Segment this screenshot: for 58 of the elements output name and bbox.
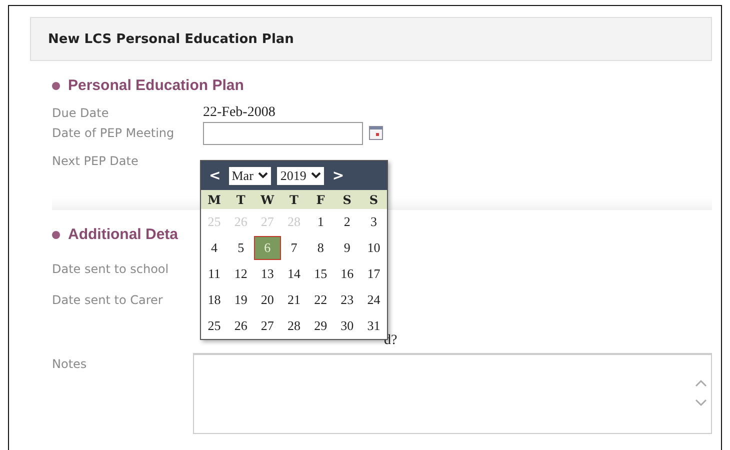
field-label: Notes [52,356,88,371]
calendar-day[interactable]: 11 [201,262,228,286]
field-label: Next PEP Date [52,154,140,168]
weekday-label: F [315,192,326,206]
calendar-day[interactable]: 25 [201,314,228,338]
next-month-button[interactable]: > [330,168,346,184]
weekday-label: S [368,192,380,206]
calendar-day[interactable]: 21 [280,288,308,312]
weekday-label: S [342,192,352,206]
panel-title: New LCS Personal Education Plan [48,32,294,46]
field-label: Date of PEP Meeting [52,126,176,140]
calendar-day[interactable]: 5 [228,236,254,260]
calendar-day[interactable]: 2 [334,210,360,234]
calendar-day[interactable]: 31 [360,314,387,338]
calendar-day[interactable]: 19 [228,288,254,312]
calendar-day[interactable]: 29 [307,314,334,338]
calendar-day[interactable]: 14 [280,262,308,286]
calendar-day[interactable]: 17 [360,262,387,286]
calendar-day[interactable]: 4 [201,236,228,260]
calendar-day[interactable]: 20 [254,288,281,312]
bullet-icon [52,230,60,238]
calendar-day[interactable]: 8 [307,236,334,260]
year-select[interactable]: 2019 [277,166,324,184]
calendar-day[interactable]: 15 [307,262,334,286]
calendar-day[interactable]: 10 [360,236,387,260]
calendar-day[interactable]: 12 [228,262,254,286]
calendar-day[interactable]: 3 [360,210,387,234]
weekday-label: T [235,192,246,206]
calendar-day[interactable]: 27 [254,314,281,338]
previous-month-button[interactable]: < [207,168,223,184]
calendar-day[interactable]: 24 [360,288,387,312]
calendar-day[interactable]: 13 [254,262,281,286]
date-field[interactable] [203,122,363,144]
calendar-day[interactable]: 28 [280,314,308,338]
notes-field[interactable] [193,353,712,434]
calendar-day[interactable]: 7 [280,236,308,260]
field-label: Date sent to Carer [52,292,164,306]
calendar-day[interactable]: 23 [334,288,360,312]
month-select[interactable]: Mar [228,166,272,184]
calendar-day[interactable]: 30 [334,314,360,338]
calendar-day[interactable]: 1 [307,210,334,234]
calendar-day[interactable]: 26 [228,314,254,338]
field-label: Due Date [52,106,110,120]
calendar-day[interactable]: 9 [334,236,360,260]
calendar-day[interactable]: 16 [334,262,360,286]
field-label: Date sent to school [52,262,170,276]
weekday-label: W [260,192,276,206]
calendar-day[interactable]: 22 [307,288,334,312]
section-title: Additional Deta [68,226,178,243]
caret-icon[interactable] [311,172,322,179]
field-value: 22-Feb-2008 [203,104,276,120]
calendar-day[interactable]: 18 [201,288,228,312]
bullet-icon [52,82,60,90]
weekday-label: T [288,192,300,206]
weekday-label: M [206,192,222,206]
caret-icon[interactable] [258,172,268,179]
section-title: Personal Education Plan [68,77,244,94]
calendar-icon[interactable] [369,126,383,140]
